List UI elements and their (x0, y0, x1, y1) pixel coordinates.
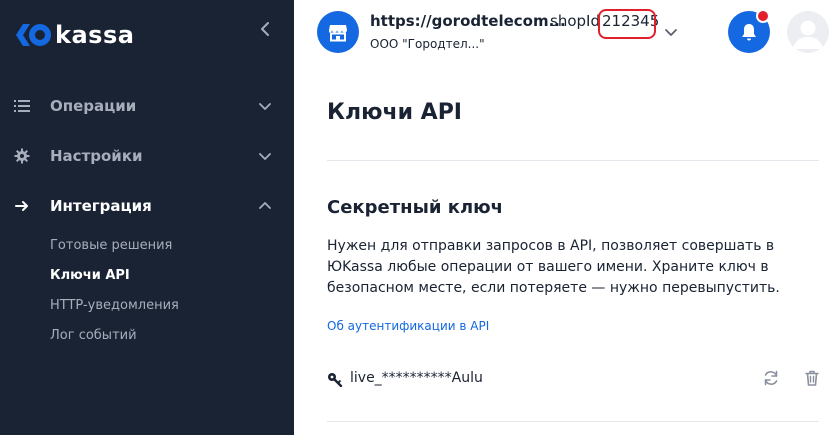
sidebar-item-label: Настройки (50, 147, 143, 165)
gear-icon (14, 148, 30, 164)
chevron-down-icon[interactable] (664, 26, 678, 40)
sidebar-item-label: Операции (50, 97, 137, 115)
chevron-up-icon (259, 202, 271, 209)
user-avatar[interactable] (787, 11, 829, 53)
user-icon (793, 20, 823, 49)
sidebar-item-operations[interactable]: Операции (0, 89, 294, 123)
sidebar-item-settings[interactable]: Настройки (0, 139, 294, 173)
notification-badge (756, 9, 770, 23)
chevron-down-icon (259, 103, 271, 110)
authentication-link[interactable]: Об аутентификации в API (327, 319, 489, 333)
bell-icon (742, 24, 756, 41)
shop-url[interactable]: https://gorodtelecom... (370, 12, 566, 30)
chevron-down-icon (259, 153, 271, 160)
collapse-sidebar-icon[interactable] (257, 20, 275, 38)
sidebar: kassa Операции Настройки Интеграция Гото… (0, 0, 294, 435)
arrow-right-icon (15, 201, 28, 211)
page-title: Ключи API (327, 100, 462, 125)
sidebar-item-integration[interactable]: Интеграция (0, 189, 294, 223)
yookassa-logo[interactable]: kassa (14, 19, 134, 51)
divider (327, 160, 819, 161)
yookassa-logo-icon (16, 24, 51, 46)
sidebar-subitem-event-log[interactable]: Лог событий (50, 328, 137, 343)
divider (327, 421, 819, 422)
sidebar-subitem-api-keys[interactable]: Ключи API (50, 268, 130, 283)
shop-id-highlight (598, 9, 656, 39)
sidebar-item-label: Интеграция (50, 197, 152, 215)
shop-icon (328, 25, 347, 42)
secret-key-value: live_**********Aulu (350, 370, 483, 386)
shop-avatar[interactable] (317, 11, 359, 53)
section-description: Нужен для отправки запросов в API, позво… (327, 238, 780, 296)
key-icon (328, 373, 343, 387)
refresh-icon[interactable] (762, 369, 780, 387)
trash-icon[interactable] (803, 369, 821, 387)
section-title: Секретный ключ (327, 197, 504, 218)
list-icon (14, 100, 30, 112)
shop-organization: ООО "Городтел..." (370, 37, 485, 51)
sidebar-subitem-ready-solutions[interactable]: Готовые решения (50, 238, 172, 253)
sidebar-subitem-http-notifications[interactable]: HTTP-уведомления (50, 298, 179, 313)
logo-text: kassa (55, 21, 135, 49)
shop-id-label: shopId (550, 12, 600, 30)
